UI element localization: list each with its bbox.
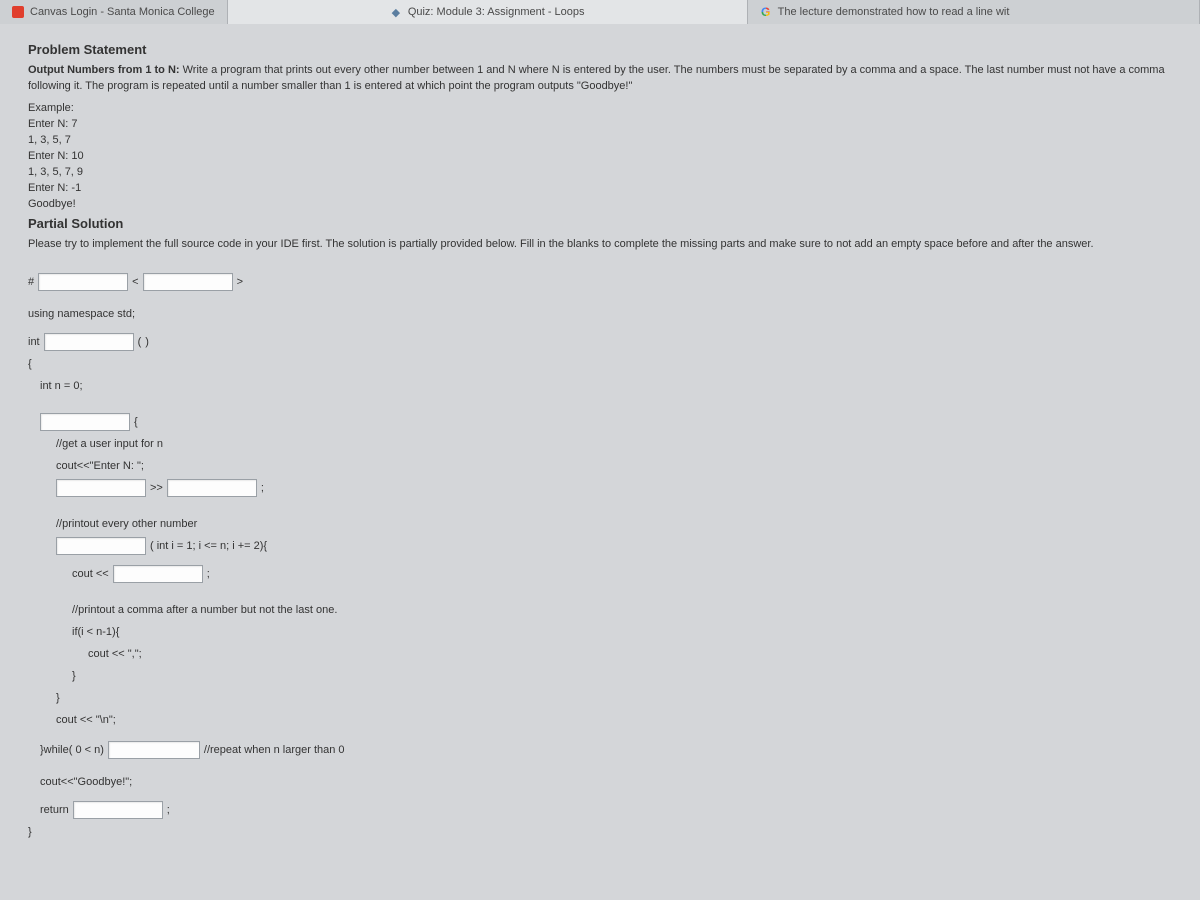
blank-include-directive[interactable] xyxy=(38,273,128,291)
partial-solution-heading: Partial Solution xyxy=(28,216,1172,231)
code-text: cout << ","; xyxy=(88,643,142,665)
code-text: return xyxy=(40,799,69,821)
code-text: ( int i = 1; i <= n; i += 2){ xyxy=(150,535,267,557)
code-text: int xyxy=(28,331,40,353)
example-line: Enter N: -1 xyxy=(28,181,1172,197)
code-text: } xyxy=(28,821,32,843)
code-text: { xyxy=(28,353,32,375)
example-block: Example: Enter N: 7 1, 3, 5, 7 Enter N: … xyxy=(28,101,1172,213)
code-text: { xyxy=(134,411,138,433)
code-comment: //printout every other number xyxy=(56,513,197,535)
tab-google-lecture[interactable]: G The lecture demonstrated how to read a… xyxy=(748,0,1200,24)
google-icon: G xyxy=(760,6,772,18)
code-text: < xyxy=(132,271,138,293)
code-fill-area: # < > using namespace std; int () { int … xyxy=(28,271,1172,843)
blank-return-value[interactable] xyxy=(73,801,163,819)
code-text: cout<<"Goodbye!"; xyxy=(40,771,132,793)
code-text: ; xyxy=(167,799,170,821)
code-text: ; xyxy=(261,477,264,499)
quiz-content: Problem Statement Output Numbers from 1 … xyxy=(0,24,1200,853)
example-line: 1, 3, 5, 7 xyxy=(28,133,1172,149)
code-comment: //repeat when n larger than 0 xyxy=(204,739,345,761)
blank-cin[interactable] xyxy=(56,479,146,497)
tab-quiz-active[interactable]: ◆ Quiz: Module 3: Assignment - Loops xyxy=(228,0,748,24)
code-text: if(i < n-1){ xyxy=(72,621,119,643)
blank-main-name[interactable] xyxy=(44,333,134,351)
code-text: cout << "\n"; xyxy=(56,709,116,731)
blank-cin-var[interactable] xyxy=(167,479,257,497)
tab-label: The lecture demonstrated how to read a l… xyxy=(778,6,1010,18)
example-line: 1, 3, 5, 7, 9 xyxy=(28,165,1172,181)
code-text: cout << xyxy=(72,563,109,585)
code-text: using namespace std; xyxy=(28,303,135,325)
blank-cout-i[interactable] xyxy=(113,565,203,583)
code-text: >> xyxy=(150,477,163,499)
example-line: Example: xyxy=(28,101,1172,117)
code-comment: //get a user input for n xyxy=(56,433,163,455)
problem-statement-heading: Problem Statement xyxy=(28,42,1172,57)
example-line: Enter N: 7 xyxy=(28,117,1172,133)
code-text: ( xyxy=(138,331,142,353)
problem-lead-rest: Write a program that prints out every ot… xyxy=(28,64,1165,92)
quiz-icon: ◆ xyxy=(390,6,402,18)
blank-include-header[interactable] xyxy=(143,273,233,291)
browser-tabbar: Canvas Login - Santa Monica College ◆ Qu… xyxy=(0,0,1200,24)
example-line: Goodbye! xyxy=(28,197,1172,213)
blank-while-terminator[interactable] xyxy=(108,741,200,759)
example-line: Enter N: 10 xyxy=(28,149,1172,165)
code-text: } xyxy=(56,687,60,709)
code-text: # xyxy=(28,271,34,293)
code-text: } xyxy=(72,665,76,687)
code-text: ) xyxy=(145,331,149,353)
problem-lead-bold: Output Numbers from 1 to N: xyxy=(28,64,180,76)
tab-label: Quiz: Module 3: Assignment - Loops xyxy=(408,6,585,18)
canvas-icon xyxy=(12,6,24,18)
tab-label: Canvas Login - Santa Monica College xyxy=(30,6,215,18)
partial-solution-instructions: Please try to implement the full source … xyxy=(28,237,1172,253)
code-text: > xyxy=(237,271,243,293)
problem-statement-text: Output Numbers from 1 to N: Write a prog… xyxy=(28,63,1172,95)
code-comment: //printout a comma after a number but no… xyxy=(72,599,337,621)
code-text: cout<<"Enter N: "; xyxy=(56,455,144,477)
tab-canvas-login[interactable]: Canvas Login - Santa Monica College xyxy=(0,0,228,24)
code-text: ; xyxy=(207,563,210,585)
blank-for-keyword[interactable] xyxy=(56,537,146,555)
code-text: int n = 0; xyxy=(40,375,83,397)
code-text: }while( 0 < n) xyxy=(40,739,104,761)
blank-do-keyword[interactable] xyxy=(40,413,130,431)
